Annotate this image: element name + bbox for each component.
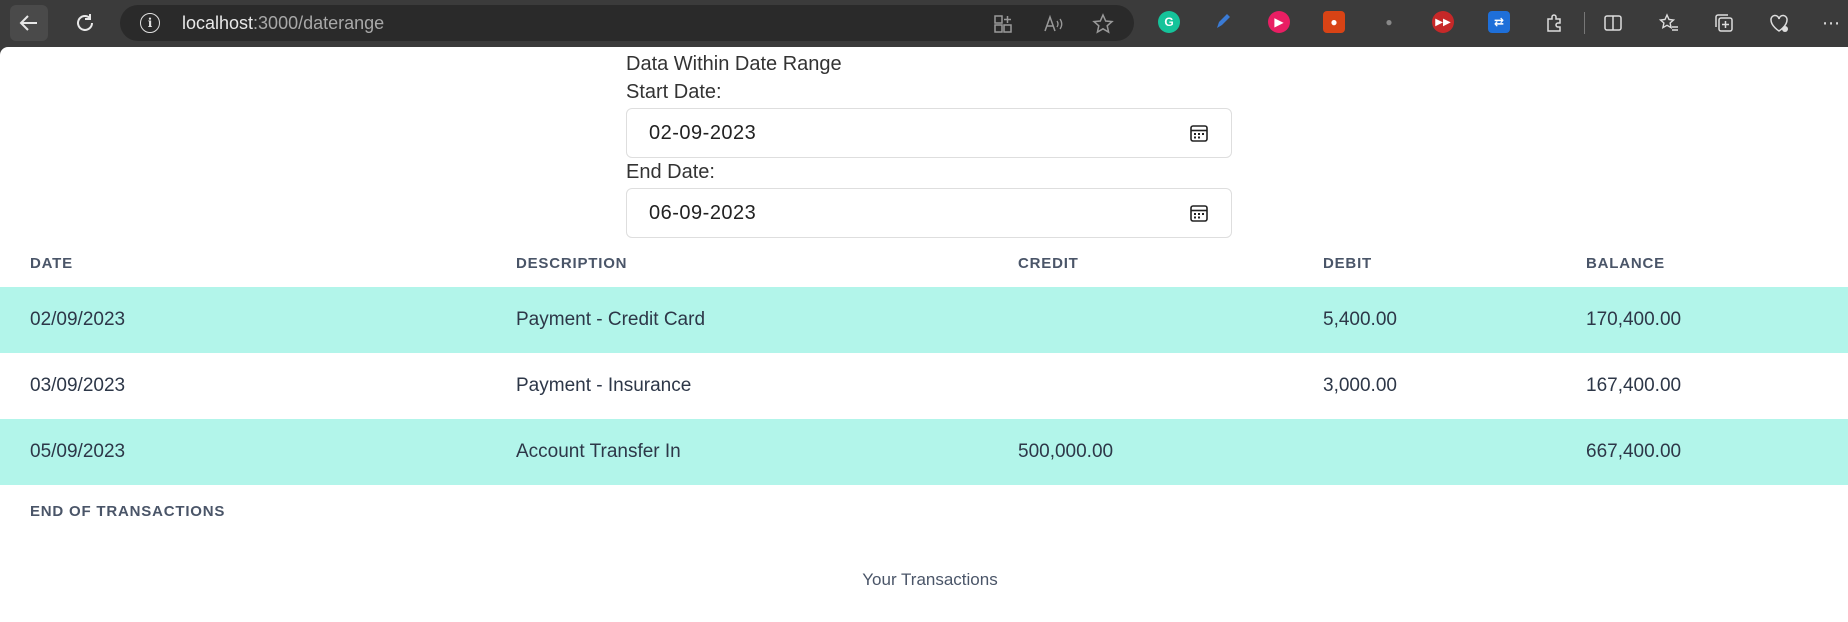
back-button[interactable]: [10, 5, 48, 41]
start-date-value: 02-09-2023: [649, 122, 757, 144]
split-screen-icon[interactable]: [1600, 10, 1626, 36]
address-bar[interactable]: i localhost:3000/daterange: [120, 5, 1134, 41]
cell-balance: 667,400.00: [1586, 441, 1682, 462]
calendar-icon[interactable]: [1189, 203, 1209, 223]
cell-description: Payment - Credit Card: [516, 309, 706, 330]
favorite-star-icon[interactable]: [1092, 13, 1114, 35]
cell-balance: 170,400.00: [1586, 309, 1682, 330]
site-info-icon[interactable]: i: [140, 13, 160, 33]
reload-icon: [77, 14, 93, 31]
reload-button[interactable]: [66, 5, 104, 41]
panda-extension-icon[interactable]: ●: [1323, 11, 1345, 33]
table-row: 03/09/2023 Payment - Insurance 3,000.00 …: [0, 353, 1848, 419]
toolbar-divider: [1584, 12, 1585, 34]
cell-debit: 3,000.00: [1323, 375, 1397, 396]
column-header-credit: CREDIT: [1018, 255, 1079, 272]
column-header-debit: DEBIT: [1323, 255, 1372, 272]
video-extension-icon[interactable]: ▶▶: [1432, 11, 1454, 33]
read-aloud-icon[interactable]: [1042, 13, 1064, 35]
more-menu-icon[interactable]: ⋯: [1818, 10, 1844, 36]
translate-extension-icon[interactable]: ⇄: [1488, 11, 1510, 33]
pen-extension-icon[interactable]: [1212, 11, 1234, 33]
end-date-input[interactable]: 06-09-2023: [626, 188, 1232, 238]
table-caption: Your Transactions: [862, 570, 998, 589]
end-date-label: End Date:: [626, 161, 715, 183]
play-extension-icon[interactable]: ▶: [1268, 11, 1290, 33]
app-available-icon[interactable]: [992, 13, 1014, 35]
end-of-transactions-label: END OF TRANSACTIONS: [30, 503, 226, 520]
start-date-label: Start Date:: [626, 81, 722, 103]
back-arrow-icon: [19, 15, 37, 31]
grammarly-extension-icon[interactable]: G: [1158, 11, 1180, 33]
extensions-puzzle-icon[interactable]: [1541, 10, 1567, 36]
start-date-input[interactable]: 02-09-2023: [626, 108, 1232, 158]
gray-extension-icon[interactable]: ●: [1378, 11, 1400, 33]
page-content: Data Within Date Range Start Date: 02-09…: [0, 47, 1848, 622]
form-title: Data Within Date Range: [626, 53, 842, 75]
end-date-value: 06-09-2023: [649, 202, 757, 224]
cell-date: 03/09/2023: [30, 375, 126, 396]
calendar-icon[interactable]: [1189, 123, 1209, 143]
collections-icon[interactable]: [1711, 10, 1737, 36]
table-row: 02/09/2023 Payment - Credit Card 5,400.0…: [0, 287, 1848, 353]
favorites-list-icon[interactable]: [1656, 10, 1682, 36]
cell-date: 05/09/2023: [30, 441, 126, 462]
cell-description: Account Transfer In: [516, 441, 681, 462]
column-header-balance: BALANCE: [1586, 255, 1665, 272]
cell-credit: 500,000.00: [1018, 441, 1114, 462]
url-text: localhost:3000/daterange: [182, 13, 384, 34]
cell-debit: 5,400.00: [1323, 309, 1397, 330]
cell-description: Payment - Insurance: [516, 375, 692, 396]
table-row: 05/09/2023 Account Transfer In 500,000.0…: [0, 419, 1848, 485]
browser-essentials-icon[interactable]: [1766, 10, 1792, 36]
cell-balance: 167,400.00: [1586, 375, 1682, 396]
browser-toolbar: i localhost:3000/daterange G ▶ ● ● ▶▶ ⇄ …: [0, 0, 1848, 46]
url-path: :3000/daterange: [253, 13, 385, 33]
column-header-date: DATE: [30, 255, 73, 272]
url-host: localhost: [182, 13, 254, 33]
column-header-description: DESCRIPTION: [516, 255, 628, 272]
cell-date: 02/09/2023: [30, 309, 126, 330]
